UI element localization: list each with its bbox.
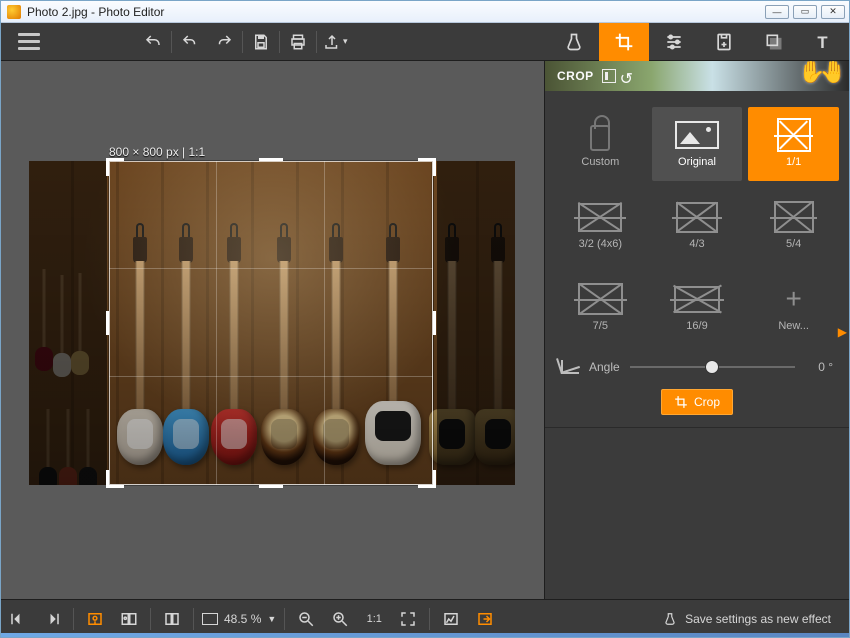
- undo-all-button[interactable]: [137, 27, 169, 57]
- ratio-label: New...: [778, 320, 809, 332]
- zoom-level-dropdown[interactable]: 48.5 % ▼: [202, 612, 276, 626]
- top-toolbar: ▾: [1, 23, 849, 61]
- angle-slider[interactable]: [630, 359, 795, 375]
- ratio-glyph-7_5: [577, 284, 623, 314]
- zoom-level-value: 48.5 %: [224, 612, 261, 626]
- ratio-tile-3_2[interactable]: 3/2 (4x6): [555, 189, 646, 263]
- prev-image-button[interactable]: [1, 604, 35, 634]
- window-minimize-button[interactable]: —: [765, 5, 789, 19]
- zoom-in-button[interactable]: [323, 604, 357, 634]
- mode-tab-crop[interactable]: [599, 23, 649, 61]
- crop-handle-tl[interactable]: [106, 158, 124, 176]
- ratio-glyph-1_1: [771, 120, 817, 150]
- panel-expand-arrow[interactable]: ▶: [836, 321, 849, 343]
- window-title: Photo 2.jpg - Photo Editor: [27, 5, 164, 19]
- mode-tab-text[interactable]: T: [799, 23, 849, 61]
- crop-frame[interactable]: [109, 161, 433, 485]
- angle-row: Angle 0 °: [545, 353, 849, 379]
- crop-apply-button[interactable]: Crop: [661, 389, 733, 415]
- ratio-label: 5/4: [786, 238, 801, 250]
- menu-button[interactable]: [1, 23, 57, 60]
- ratio-tile-16_9[interactable]: 16/9: [652, 271, 743, 345]
- save-button[interactable]: [245, 27, 277, 57]
- ratio-grid: Custom Original 1/1 3/2 (4x6) 4/3 5/4 7/5 16/9 +…: [545, 91, 849, 353]
- ratio-label: 1/1: [786, 156, 801, 168]
- crop-handle-bl[interactable]: [106, 470, 124, 488]
- mode-tab-develop[interactable]: [549, 23, 599, 61]
- ratio-label: 7/5: [593, 320, 608, 332]
- crop-dimensions-label: 800 × 800 px | 1:1: [109, 145, 205, 159]
- photo[interactable]: [29, 161, 515, 485]
- zoom-100-button[interactable]: 1:1: [357, 604, 391, 634]
- ratio-tile-custom[interactable]: Custom: [555, 107, 646, 181]
- crop-handle-l[interactable]: [106, 311, 124, 335]
- angle-icon: [561, 360, 579, 374]
- ratio-tile-1_1[interactable]: 1/1: [748, 107, 839, 181]
- ratio-glyph-new: +: [771, 284, 817, 314]
- svg-text:T: T: [817, 33, 827, 52]
- panel-header-art: ✋🤚: [798, 61, 841, 85]
- mode-tab-adjust[interactable]: [649, 23, 699, 61]
- window-close-button[interactable]: ✕: [821, 5, 845, 19]
- ratio-glyph-16_9: [674, 284, 720, 314]
- ratio-glyph-custom: [577, 120, 623, 150]
- ratio-label: 3/2 (4x6): [579, 238, 622, 250]
- compare-view-button[interactable]: [112, 604, 146, 634]
- ratio-glyph-original: [674, 120, 720, 150]
- side-panel: CROP ↺ ✋🤚 Custom Original 1/1 3/2 (4x6) 4/3 5…: [544, 61, 849, 599]
- save-effect-button[interactable]: Save settings as new effect: [685, 612, 831, 626]
- flask-icon: [663, 611, 677, 627]
- mode-tab-overlays[interactable]: [749, 23, 799, 61]
- ratio-label: 16/9: [686, 320, 707, 332]
- zoom-fit-button[interactable]: [391, 604, 425, 634]
- histogram-button[interactable]: [434, 604, 468, 634]
- crop-handle-r[interactable]: [418, 311, 436, 335]
- ratio-label: Original: [678, 156, 716, 168]
- ratio-tile-original[interactable]: Original: [652, 107, 743, 181]
- next-image-button[interactable]: [35, 604, 69, 634]
- panel-title: CROP: [557, 69, 594, 83]
- crop-button-label: Crop: [694, 395, 720, 409]
- zoom-out-button[interactable]: [289, 604, 323, 634]
- share-menu-button[interactable]: ▾: [319, 27, 352, 57]
- ratio-glyph-4_3: [674, 202, 720, 232]
- ratio-tile-4_3[interactable]: 4/3: [652, 189, 743, 263]
- ratio-label: Custom: [581, 156, 619, 168]
- ratio-tile-7_5[interactable]: 7/5: [555, 271, 646, 345]
- split-view-button[interactable]: [155, 604, 189, 634]
- ratio-glyph-5_4: [771, 202, 817, 232]
- ratio-label: 4/3: [689, 238, 704, 250]
- crop-handle-t[interactable]: [259, 158, 283, 176]
- ratio-tile-new[interactable]: + New...: [748, 271, 839, 345]
- zoom-level-icon: [202, 613, 218, 625]
- mode-tab-effects[interactable]: [699, 23, 749, 61]
- navigator-button[interactable]: [468, 604, 502, 634]
- panel-header-icons: ↺: [602, 69, 634, 83]
- window-titlebar: Photo 2.jpg - Photo Editor — ▭ ✕: [1, 1, 849, 23]
- print-button[interactable]: [282, 27, 314, 57]
- app-icon: [7, 5, 21, 19]
- ratio-tile-5_4[interactable]: 5/4: [748, 189, 839, 263]
- undo-button[interactable]: [174, 27, 206, 57]
- crop-handle-b[interactable]: [259, 470, 283, 488]
- ratio-glyph-3_2: [577, 202, 623, 232]
- crop-handle-br[interactable]: [418, 470, 436, 488]
- panel-header: CROP ↺ ✋🤚: [545, 61, 849, 91]
- canvas-area[interactable]: 800 × 800 px | 1:1: [1, 61, 544, 599]
- redo-button[interactable]: [208, 27, 240, 57]
- single-view-button[interactable]: [78, 604, 112, 634]
- angle-value: 0 °: [805, 360, 833, 374]
- bottom-toolbar: 48.5 % ▼ 1:1 Save settings as new effect: [1, 599, 849, 637]
- os-taskbar-strip: [1, 633, 849, 637]
- window-maximize-button[interactable]: ▭: [793, 5, 817, 19]
- crop-handle-tr[interactable]: [418, 158, 436, 176]
- angle-label: Angle: [589, 360, 620, 374]
